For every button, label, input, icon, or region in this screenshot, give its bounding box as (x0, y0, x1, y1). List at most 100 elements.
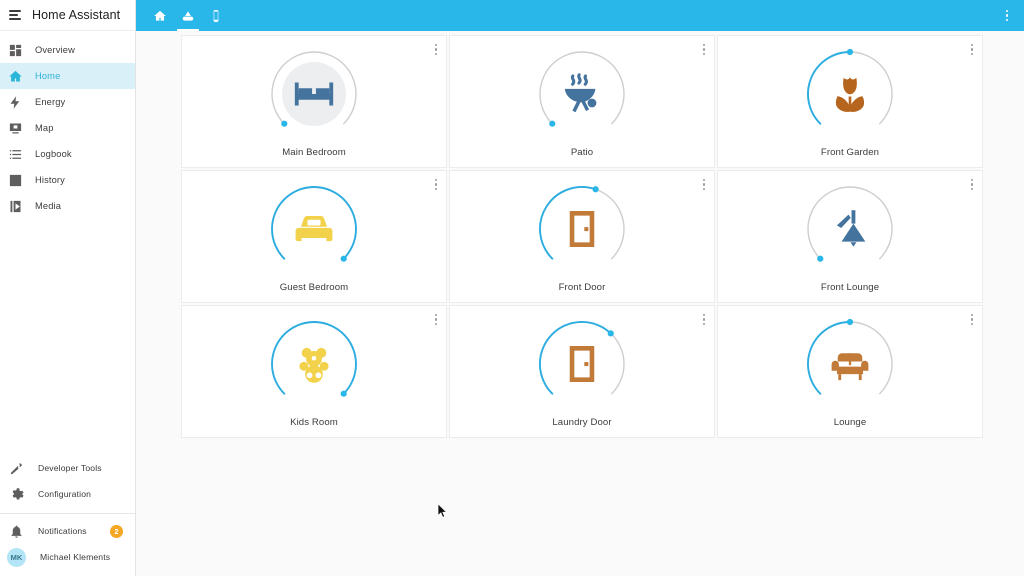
card-overflow-menu-icon[interactable] (701, 42, 707, 57)
sidebar-item-logbook[interactable]: Logbook (0, 141, 135, 167)
sidebar-nav: Overview Home Energy Map Logbook History Media (0, 31, 135, 219)
sidebar-item-energy[interactable]: Energy (0, 89, 135, 115)
map-icon (8, 121, 23, 136)
tab-home-outline[interactable] (146, 0, 174, 31)
sidebar-item-home[interactable]: Home (0, 63, 135, 89)
tab-weather-cloud[interactable] (174, 0, 202, 31)
sidebar-item-label: Overview (35, 45, 75, 55)
card-label: Kids Room (290, 417, 338, 428)
card-front-door[interactable]: Front Door (449, 170, 715, 303)
card-overflow-menu-icon[interactable] (433, 177, 439, 192)
ceiling-light-icon[interactable] (800, 179, 900, 279)
door-icon[interactable] (532, 179, 632, 279)
sofa-icon[interactable] (800, 314, 900, 414)
lightning-bolt-icon (8, 95, 23, 110)
cover-dial[interactable] (800, 314, 900, 414)
tab-bar (136, 0, 230, 31)
flower-tulip-icon[interactable] (800, 44, 900, 144)
bell-icon (9, 524, 24, 539)
cover-dial[interactable] (800, 179, 900, 279)
play-box-icon (8, 199, 23, 214)
sidebar-item-label: Developer Tools (38, 463, 102, 473)
notification-badge: 2 (110, 524, 123, 538)
app-title: Home Assistant (32, 8, 121, 22)
card-label: Patio (570, 147, 594, 158)
card-kids-room[interactable]: Kids Room (181, 305, 447, 438)
sidebar-item-label: Logbook (35, 149, 72, 159)
sidebar-item-label: Notifications (38, 526, 87, 536)
cover-dial[interactable] (264, 179, 364, 279)
sidebar: Home Assistant Overview Home Energy Map Logb… (0, 0, 136, 576)
sidebar-item-label: Map (35, 123, 54, 133)
gear-icon (9, 487, 24, 502)
mouse-pointer (437, 503, 448, 518)
card-main-bedroom[interactable]: Main Bedroom (181, 35, 447, 168)
sidebar-item-notifications[interactable]: Notifications 2 (0, 518, 135, 544)
home-outline-icon (153, 9, 167, 23)
card-overflow-menu-icon[interactable] (969, 42, 975, 57)
sidebar-item-label: Configuration (38, 489, 92, 499)
format-list-icon (8, 147, 23, 162)
cover-dial[interactable] (264, 44, 364, 144)
card-label: Main Bedroom (282, 147, 346, 158)
card-front-garden[interactable]: Front Garden (717, 35, 983, 168)
grill-icon[interactable] (532, 44, 632, 144)
card-overflow-menu-icon[interactable] (969, 312, 975, 327)
teddy-bear-icon[interactable] (264, 314, 364, 414)
tab-tablet[interactable] (202, 0, 230, 31)
sidebar-item-label: History (35, 175, 65, 185)
sidebar-item-configuration[interactable]: Configuration (0, 481, 135, 507)
sidebar-divider (0, 513, 135, 514)
card-overflow-menu-icon[interactable] (433, 42, 439, 57)
sidebar-item-label: Home (35, 71, 61, 81)
sidebar-bottom: Developer Tools Configuration Notificatio… (0, 455, 135, 576)
sidebar-item-developer-tools[interactable]: Developer Tools (0, 455, 135, 481)
bed-icon[interactable] (264, 44, 364, 144)
app-bar-spacer (230, 0, 990, 31)
home-icon (8, 69, 23, 84)
card-patio[interactable]: Patio (449, 35, 715, 168)
card-label: Lounge (833, 417, 867, 428)
card-overflow-menu-icon[interactable] (701, 177, 707, 192)
sidebar-item-label: Michael Klements (40, 552, 111, 562)
card-overflow-menu-icon[interactable] (701, 312, 707, 327)
card-label: Front Door (558, 282, 606, 293)
sidebar-item-map[interactable]: Map (0, 115, 135, 141)
sidebar-header: Home Assistant (0, 0, 135, 31)
card-front-lounge[interactable]: Front Lounge (717, 170, 983, 303)
card-label: Guest Bedroom (279, 282, 349, 293)
sidebar-item-label: Media (35, 201, 62, 211)
cover-dial[interactable] (532, 179, 632, 279)
avatar: MK (7, 547, 26, 567)
card-label: Laundry Door (552, 417, 612, 428)
card-laundry-door[interactable]: Laundry Door (449, 305, 715, 438)
card-overflow-menu-icon[interactable] (969, 177, 975, 192)
chart-box-icon (8, 173, 23, 188)
card-overflow-menu-icon[interactable] (433, 312, 439, 327)
cover-dial[interactable] (800, 44, 900, 144)
more-vertical-icon[interactable] (990, 0, 1024, 31)
card-label: Front Lounge (820, 282, 880, 293)
cover-dial[interactable] (532, 44, 632, 144)
sidebar-item-history[interactable]: History (0, 167, 135, 193)
cover-dial[interactable] (532, 314, 632, 414)
sidebar-item-user[interactable]: MK Michael Klements (0, 544, 135, 570)
sidebar-item-media[interactable]: Media (0, 193, 135, 219)
card-grid: Main Bedroom Patio Front Garden Guest Bedro… (136, 31, 1024, 438)
overflow-dots (1005, 9, 1009, 22)
weather-cloud-icon (181, 9, 195, 23)
door-icon[interactable] (532, 314, 632, 414)
card-lounge[interactable]: Lounge (717, 305, 983, 438)
sidebar-item-label: Energy (35, 97, 66, 107)
cover-dial[interactable] (264, 314, 364, 414)
dashboard-content: Main Bedroom Patio Front Garden Guest Bedro… (136, 31, 1024, 576)
tablet-icon (209, 9, 223, 23)
car-icon[interactable] (264, 179, 364, 279)
hamburger-collapse-icon[interactable] (7, 6, 25, 24)
sidebar-item-overview[interactable]: Overview (0, 37, 135, 63)
main-area: Main Bedroom Patio Front Garden Guest Bedro… (136, 0, 1024, 576)
card-guest-bedroom[interactable]: Guest Bedroom (181, 170, 447, 303)
card-label: Front Garden (820, 147, 880, 158)
view-dashboard-icon (8, 43, 23, 58)
